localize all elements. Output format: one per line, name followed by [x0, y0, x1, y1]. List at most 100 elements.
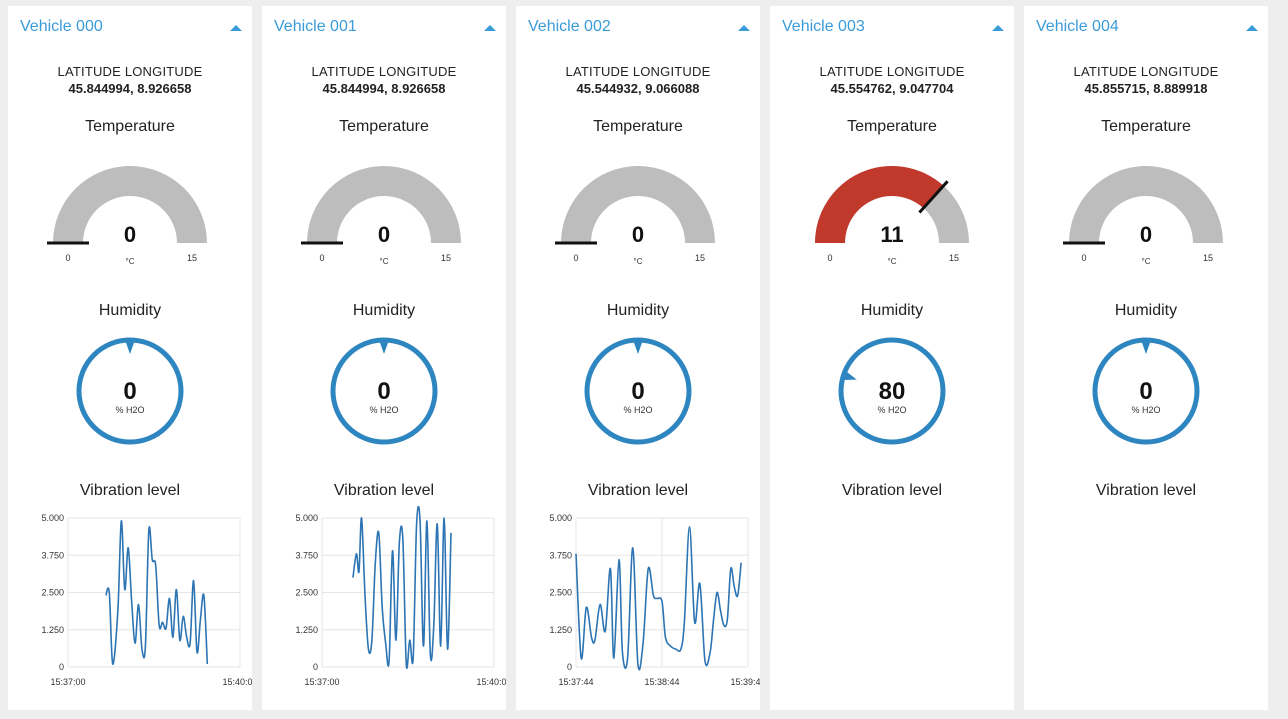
y-tick-label: 2.500	[41, 588, 64, 598]
temperature-value: 11	[880, 222, 903, 247]
humidity-gauge: 0% H2O	[1024, 328, 1268, 458]
x-tick-label: 15:37:44	[558, 677, 593, 687]
temperature-value: 0	[124, 222, 136, 247]
panel-header[interactable]: Vehicle 003	[770, 6, 1014, 46]
x-tick-label: 15:40:00	[476, 677, 506, 687]
vibration-title: Vibration level	[841, 482, 943, 499]
vibration-chart: 5.000 3.750 2.500 1.250 0 15:37:44 15:38:44 15:…	[516, 506, 765, 696]
y-tick-label: 5.000	[549, 513, 572, 523]
chevron-up-icon[interactable]	[484, 24, 496, 32]
gauge-max-label: 15	[695, 253, 705, 263]
temperature-unit: °C	[634, 257, 643, 266]
vibration-title: Vibration level	[587, 482, 689, 499]
chevron-up-icon[interactable]	[1246, 24, 1258, 32]
humidity-gauge: 80% H2O	[770, 328, 1014, 458]
humidity-value: 80	[879, 378, 906, 405]
latlon-value: 45.554762, 9.047704	[830, 81, 954, 96]
y-tick-label: 3.750	[295, 550, 318, 560]
humidity-title: Humidity	[1114, 302, 1178, 319]
humidity-value: 0	[1139, 378, 1152, 405]
temperature-title: Temperature	[339, 118, 429, 135]
gauge-fill	[815, 166, 944, 243]
humidity-unit: % H2O	[115, 405, 144, 415]
humidity-unit: % H2O	[369, 405, 398, 415]
latlon-label: LATITUDE LONGITUDE	[819, 64, 965, 79]
humidity-pointer	[1141, 340, 1151, 354]
latlon-label: LATITUDE LONGITUDE	[565, 64, 711, 79]
temperature-gauge: 11 °C 0 15	[770, 156, 1014, 276]
humidity-gauge: 0% H2O	[262, 328, 506, 458]
y-tick-label: 3.750	[41, 550, 64, 560]
chevron-up-icon[interactable]	[992, 24, 1004, 32]
humidity-value: 0	[631, 378, 644, 405]
vibration-line	[575, 526, 742, 671]
humidity-title: Humidity	[98, 302, 162, 319]
vehicle-panel: Vehicle 004 LATITUDE LONGITUDE 45.855715…	[1024, 6, 1268, 710]
y-tick-label: 2.500	[549, 588, 572, 598]
panel-header[interactable]: Vehicle 000	[8, 6, 252, 46]
gauge-max-label: 15	[441, 253, 451, 263]
vibration-chart	[770, 506, 1014, 696]
y-tick-label: 1.250	[295, 625, 318, 635]
y-tick-label: 3.750	[549, 550, 572, 560]
temperature-value: 0	[378, 222, 390, 247]
latlon-label: LATITUDE LONGITUDE	[57, 64, 203, 79]
humidity-title: Humidity	[860, 302, 924, 319]
humidity-pointer	[633, 340, 643, 354]
vibration-line	[352, 505, 452, 669]
y-tick-label: 1.250	[549, 625, 572, 635]
vibration-chart: 5.000 3.750 2.500 1.250 0 15:37:00 15:40:00	[8, 506, 257, 696]
temperature-unit: °C	[126, 257, 135, 266]
vehicle-title: Vehicle 003	[782, 18, 865, 35]
y-tick-label: 5.000	[41, 513, 64, 523]
humidity-unit: % H2O	[623, 405, 652, 415]
gauge-max-label: 15	[949, 253, 959, 263]
x-tick-label: 15:39:45	[730, 677, 760, 687]
temperature-unit: °C	[1142, 257, 1151, 266]
temperature-gauge: 0 °C 0 15	[8, 156, 252, 276]
vehicle-title: Vehicle 002	[528, 18, 611, 35]
y-tick-label: 1.250	[41, 625, 64, 635]
humidity-unit: % H2O	[877, 405, 906, 415]
latlon-value: 45.844994, 8.926658	[68, 81, 192, 96]
humidity-title: Humidity	[606, 302, 670, 319]
chevron-up-icon[interactable]	[230, 24, 242, 32]
x-tick-label: 15:37:00	[50, 677, 85, 687]
humidity-gauge: 0% H2O	[516, 328, 760, 458]
gauge-max-label: 15	[1203, 253, 1213, 263]
vibration-title: Vibration level	[1095, 482, 1197, 499]
temperature-value: 0	[1140, 222, 1152, 247]
latlon-label: LATITUDE LONGITUDE	[1073, 64, 1219, 79]
temperature-gauge: 0 °C 0 15	[262, 156, 506, 276]
humidity-gauge: 0% H2O	[8, 328, 252, 458]
vehicle-panel: Vehicle 003 LATITUDE LONGITUDE 45.554762…	[770, 6, 1014, 710]
latlon-label: LATITUDE LONGITUDE	[311, 64, 457, 79]
humidity-value: 0	[123, 378, 136, 405]
gauge-min-label: 0	[65, 253, 70, 263]
panel-header[interactable]: Vehicle 002	[516, 6, 760, 46]
humidity-value: 0	[377, 378, 390, 405]
vibration-chart: 5.000 3.750 2.500 1.250 0 15:37:00 15:40:00	[262, 505, 512, 696]
humidity-title: Humidity	[352, 302, 416, 319]
panel-header[interactable]: Vehicle 004	[1024, 6, 1268, 46]
temperature-title: Temperature	[85, 118, 175, 135]
temperature-unit: °C	[888, 257, 897, 266]
latlon-value: 45.844994, 8.926658	[322, 81, 446, 96]
x-tick-label: 15:40:00	[222, 677, 252, 687]
temperature-title: Temperature	[847, 118, 937, 135]
y-tick-label: 5.000	[295, 513, 318, 523]
gauge-min-label: 0	[827, 253, 832, 263]
vehicle-panel: Vehicle 001 LATITUDE LONGITUDE 45.844994…	[262, 6, 512, 710]
temperature-gauge: 0 °C 0 15	[1024, 156, 1268, 276]
chevron-up-icon[interactable]	[738, 24, 750, 32]
vehicle-title: Vehicle 000	[20, 18, 103, 35]
y-tick-label: 0	[567, 662, 572, 672]
y-tick-label: 0	[59, 662, 64, 672]
vibration-title: Vibration level	[79, 482, 181, 499]
temperature-gauge: 0 °C 0 15	[516, 156, 760, 276]
latlon-value: 45.855715, 8.889918	[1084, 81, 1208, 96]
gauge-min-label: 0	[573, 253, 578, 263]
gauge-max-label: 15	[187, 253, 197, 263]
panel-header[interactable]: Vehicle 001	[262, 6, 506, 46]
humidity-pointer	[379, 340, 389, 354]
